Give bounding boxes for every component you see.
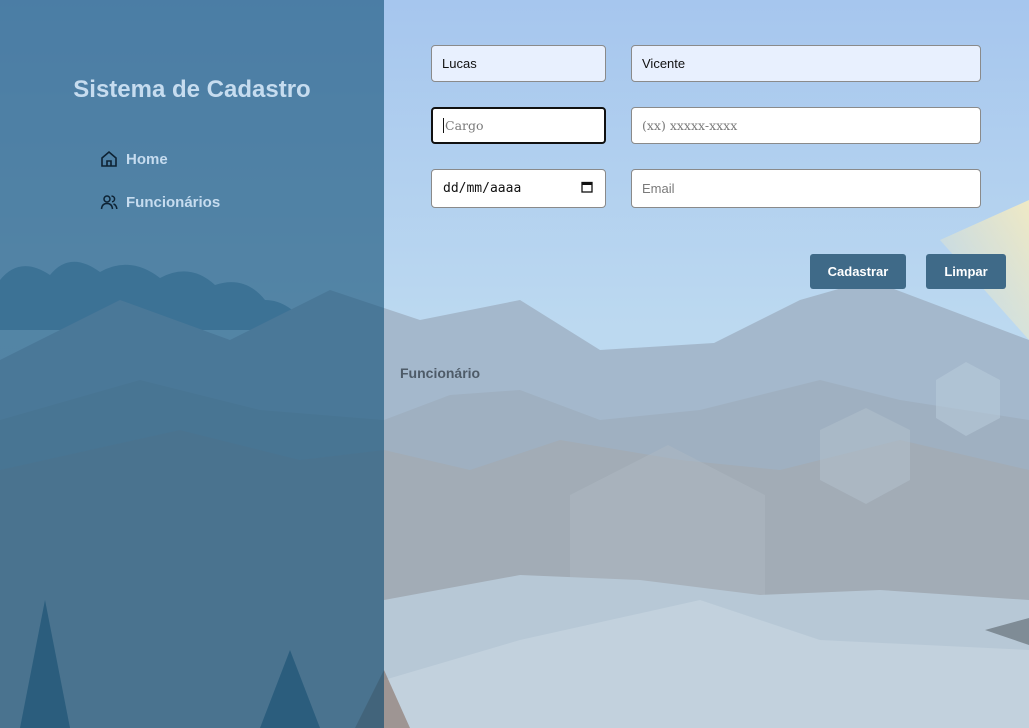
app-title: Sistema de Cadastro: [73, 76, 311, 103]
sidebar-item-home[interactable]: Home: [100, 150, 168, 168]
last-name-input[interactable]: Vicente: [631, 45, 981, 82]
sidebar-item-label: Funcionários: [126, 193, 221, 211]
birthdate-input[interactable]: dd/mm/aaaa: [431, 169, 606, 208]
cadastrar-button[interactable]: Cadastrar: [810, 254, 906, 289]
home-icon: [100, 150, 118, 168]
section-title: Funcionário: [400, 365, 481, 381]
limpar-button[interactable]: Limpar: [926, 254, 1006, 289]
last-name-value: Vicente: [642, 56, 686, 71]
phone-input[interactable]: (xx) xxxxx-xxxx: [631, 107, 981, 144]
cargo-input[interactable]: Cargo: [431, 107, 606, 144]
email-input[interactable]: Email: [631, 169, 981, 208]
cargo-placeholder: Cargo: [445, 118, 484, 133]
calendar-icon[interactable]: [581, 181, 593, 197]
first-name-value: Lucas: [442, 56, 477, 71]
email-placeholder: Email: [642, 181, 675, 196]
first-name-input[interactable]: Lucas: [431, 45, 606, 82]
phone-placeholder: (xx) xxxxx-xxxx: [642, 118, 738, 133]
sidebar-item-funcionarios[interactable]: Funcionários: [100, 193, 220, 211]
users-icon: [100, 193, 118, 211]
birthdate-placeholder: dd/mm/aaaa: [443, 181, 522, 196]
text-caret: [443, 118, 444, 133]
sidebar: Sistema de Cadastro Home Funcionários: [0, 0, 384, 728]
sidebar-item-label: Home: [126, 150, 168, 168]
